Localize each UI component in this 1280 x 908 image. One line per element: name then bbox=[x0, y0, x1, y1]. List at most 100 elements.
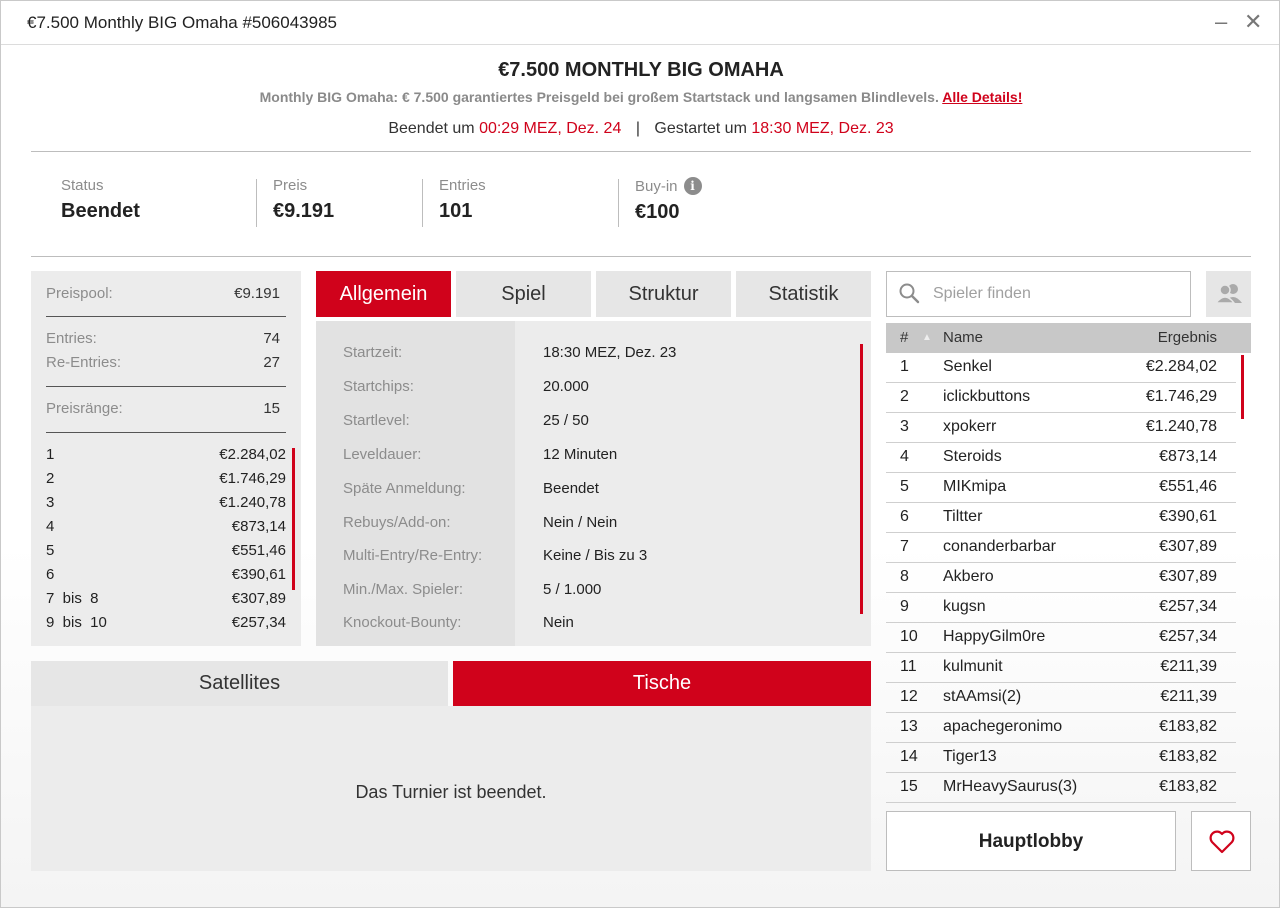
prize-stat: Preis €9.191 bbox=[273, 177, 334, 223]
players-button[interactable] bbox=[1206, 271, 1251, 317]
search-input[interactable] bbox=[933, 280, 1183, 308]
player-row[interactable]: 8 Akbero €307,89 bbox=[886, 563, 1236, 593]
place-amount: €1.240,78 bbox=[219, 494, 286, 511]
tournament-subtitle: Monthly BIG Omaha: € 7.500 garantiertes … bbox=[1, 89, 1280, 105]
player-row[interactable]: 13 apachegeronimo €183,82 bbox=[886, 713, 1236, 743]
place-label: 9 bis 10 bbox=[46, 614, 107, 631]
tab-allgemein[interactable]: Allgemein bbox=[316, 271, 451, 317]
player-row[interactable]: 3 xpokerr €1.240,78 bbox=[886, 413, 1236, 443]
place-label: 2 bbox=[46, 470, 55, 487]
player-name: HappyGilm0re bbox=[943, 628, 1046, 645]
place-amount: €2.284,02 bbox=[219, 446, 286, 463]
player-row[interactable]: 15 MrHeavySaurus(3) €183,82 bbox=[886, 773, 1236, 803]
player-row[interactable]: 6 Tiltter €390,61 bbox=[886, 503, 1236, 533]
prize-panel: Preispool: €9.191 Entries: 74 Re-Entries… bbox=[31, 271, 301, 646]
player-name: Akbero bbox=[943, 568, 994, 585]
player-row[interactable]: 11 kulmunit €211,39 bbox=[886, 653, 1236, 683]
player-name: kulmunit bbox=[943, 658, 1003, 675]
player-row[interactable]: 1 Senkel €2.284,02 bbox=[886, 353, 1236, 383]
heart-icon bbox=[1209, 830, 1235, 854]
place-amount: €390,61 bbox=[231, 566, 286, 583]
tab-spiel[interactable]: Spiel bbox=[456, 271, 591, 317]
pool-row: Preispool: €9.191 bbox=[46, 285, 280, 302]
panel-divider bbox=[46, 316, 286, 317]
col-rank[interactable]: # bbox=[900, 329, 908, 346]
player-row[interactable]: 10 HappyGilm0re €257,34 bbox=[886, 623, 1236, 653]
scrollbar-thumb[interactable] bbox=[860, 344, 863, 614]
details-link[interactable]: Alle Details! bbox=[942, 89, 1022, 105]
pool-value: €9.191 bbox=[234, 285, 280, 302]
player-row[interactable]: 7 conanderbarbar €307,89 bbox=[886, 533, 1236, 563]
tab-statistik[interactable]: Statistik bbox=[736, 271, 871, 317]
place-amount: €1.746,29 bbox=[219, 470, 286, 487]
ended-label: Beendet um bbox=[388, 120, 475, 137]
player-row[interactable]: 14 Tiger13 €183,82 bbox=[886, 743, 1236, 773]
scrollbar-thumb[interactable] bbox=[292, 448, 295, 590]
player-name: kugsn bbox=[943, 598, 986, 615]
title-bar: €7.500 Monthly BIG Omaha #506043985 – ✕ bbox=[1, 1, 1279, 45]
close-button[interactable]: ✕ bbox=[1244, 9, 1262, 35]
scrollbar-thumb[interactable] bbox=[1241, 355, 1244, 419]
entries-value: 74 bbox=[263, 330, 280, 347]
col-name[interactable]: Name bbox=[943, 329, 983, 346]
started-label: Gestartet um bbox=[654, 120, 747, 137]
info-icon[interactable]: i bbox=[683, 177, 702, 195]
tab-tische[interactable]: Tische bbox=[453, 661, 871, 706]
subtitle-text: Monthly BIG Omaha: € 7.500 garantiertes … bbox=[259, 89, 939, 105]
buyin-stat: Buy-in i €100 bbox=[635, 177, 702, 224]
player-search[interactable] bbox=[886, 271, 1191, 317]
detail-value: 20.000 bbox=[543, 378, 589, 395]
panel-divider bbox=[46, 432, 286, 433]
status-label: Status bbox=[61, 177, 104, 194]
entries-stat: Entries 101 bbox=[439, 177, 486, 223]
header-divider bbox=[31, 151, 1251, 152]
detail-key: Min./Max. Spieler: bbox=[343, 581, 464, 598]
buyin-label-text: Buy-in bbox=[635, 178, 678, 195]
sort-asc-icon: ▲ bbox=[922, 332, 932, 343]
prize-place-row: 6 €390,61 bbox=[46, 566, 286, 583]
prize-place-row: 4 €873,14 bbox=[46, 518, 286, 535]
ended-value: 00:29 MEZ, Dez. 24 bbox=[479, 120, 622, 137]
player-rank: 8 bbox=[900, 568, 909, 585]
player-row[interactable]: 2 iclickbuttons €1.746,29 bbox=[886, 383, 1236, 413]
player-result: €211,39 bbox=[1160, 658, 1217, 675]
tab-satellites[interactable]: Satellites bbox=[31, 661, 448, 706]
player-result: €2.284,02 bbox=[1145, 358, 1217, 375]
player-rank: 4 bbox=[900, 448, 909, 465]
player-result: €390,61 bbox=[1159, 508, 1217, 525]
player-row[interactable]: 5 MIKmipa €551,46 bbox=[886, 473, 1236, 503]
player-rank: 15 bbox=[900, 778, 918, 795]
place-amount: €307,89 bbox=[231, 590, 286, 607]
player-rank: 10 bbox=[900, 628, 918, 645]
player-row[interactable]: 12 stAAmsi(2) €211,39 bbox=[886, 683, 1236, 713]
place-label: 5 bbox=[46, 542, 55, 559]
player-rank: 7 bbox=[900, 538, 909, 555]
player-name: Tiger13 bbox=[943, 748, 997, 765]
player-name: iclickbuttons bbox=[943, 388, 1031, 405]
tournament-times: Beendet um 00:29 MEZ, Dez. 24 | Gestarte… bbox=[1, 120, 1280, 138]
reentries-value: 27 bbox=[263, 354, 280, 371]
prize-place-row: 1 €2.284,02 bbox=[46, 446, 286, 463]
player-name: stAAmsi(2) bbox=[943, 688, 1022, 705]
minimize-button[interactable]: – bbox=[1215, 9, 1227, 35]
main-lobby-button[interactable]: Hauptlobby bbox=[886, 811, 1176, 871]
favorite-button[interactable] bbox=[1191, 811, 1251, 871]
detail-value: Nein / Nein bbox=[543, 514, 618, 531]
player-name: Senkel bbox=[943, 358, 992, 375]
col-result[interactable]: Ergebnis bbox=[1158, 329, 1217, 346]
player-rank: 14 bbox=[900, 748, 918, 765]
place-label: 3 bbox=[46, 494, 55, 511]
player-row[interactable]: 9 kugsn €257,34 bbox=[886, 593, 1236, 623]
details-panel: Startzeit: 18:30 MEZ, Dez. 23 Startchips:… bbox=[316, 321, 871, 646]
player-result: €183,82 bbox=[1159, 778, 1217, 795]
player-result: €257,34 bbox=[1159, 628, 1217, 645]
place-amount: €551,46 bbox=[231, 542, 286, 559]
player-result: €307,89 bbox=[1159, 568, 1217, 585]
player-result: €257,34 bbox=[1159, 598, 1217, 615]
ranks-value: 15 bbox=[263, 400, 280, 417]
tab-struktur[interactable]: Struktur bbox=[596, 271, 731, 317]
player-row[interactable]: 4 Steroids €873,14 bbox=[886, 443, 1236, 473]
stat-divider bbox=[422, 179, 423, 227]
player-result: €183,82 bbox=[1159, 748, 1217, 765]
prize-value: €9.191 bbox=[273, 200, 335, 222]
